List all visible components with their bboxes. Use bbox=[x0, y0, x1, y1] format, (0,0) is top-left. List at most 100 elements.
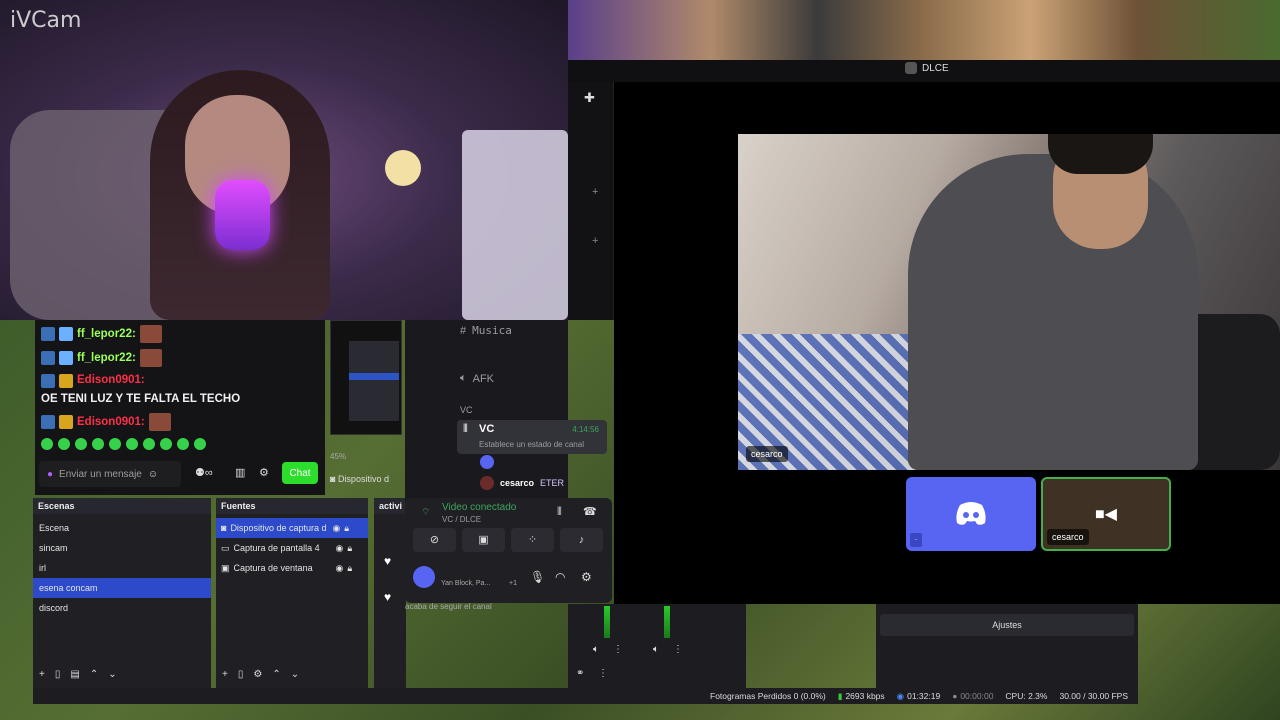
add-icon[interactable]: + bbox=[592, 235, 598, 247]
camera-off-icon[interactable]: ⊘ bbox=[413, 528, 456, 552]
mini-zoom: 45% bbox=[330, 452, 405, 461]
microphone-icon[interactable]: ● bbox=[47, 469, 53, 480]
voice-connected-subtitle[interactable]: VC / DLCE bbox=[442, 515, 481, 524]
arrow-down-icon[interactable]: ⌄ bbox=[291, 669, 299, 680]
vc-status[interactable]: Establece un estado de canal bbox=[479, 440, 584, 449]
scene-item[interactable]: Escena bbox=[33, 518, 211, 538]
add-icon[interactable]: + bbox=[39, 669, 45, 680]
arrow-up-icon[interactable]: ⌃ bbox=[90, 669, 98, 680]
scene-item-active[interactable]: esena concam bbox=[33, 578, 211, 598]
chat-input[interactable]: ● Enviar un mensaje ☺ bbox=[39, 461, 181, 487]
vc-member[interactable]: cesarco ETER bbox=[480, 476, 564, 490]
soundboard-icon[interactable]: ♪ bbox=[560, 528, 603, 552]
speaker-icon[interactable]: 🔈︎ bbox=[653, 644, 659, 655]
sources-title: Fuentes bbox=[216, 498, 368, 514]
store-icon[interactable]: ▥ bbox=[235, 466, 245, 479]
lock-icon[interactable]: 🔒︎ bbox=[347, 563, 352, 574]
link-icon[interactable]: ⚭ bbox=[576, 668, 584, 679]
emote-icon[interactable] bbox=[75, 438, 87, 450]
dropped-frames: Fotogramas Perdidos 0 (0.0%) bbox=[710, 691, 826, 701]
gear-icon[interactable]: ⚙ bbox=[253, 669, 262, 680]
main-video-stream[interactable]: cesarco bbox=[738, 134, 1280, 470]
chat-username[interactable]: Edison0901: bbox=[77, 373, 145, 388]
speaker-icon[interactable]: 🔈︎ bbox=[593, 644, 599, 655]
voice-connected-title[interactable]: Video conectado bbox=[442, 502, 516, 513]
scene-item[interactable]: sincam bbox=[33, 538, 211, 558]
twitch-chat: ff_lepor22: ff_lepor22: Edison0901: OE T… bbox=[35, 320, 325, 495]
eye-icon[interactable]: ◉ bbox=[332, 523, 340, 534]
chat-text: OE TENI LUZ Y TE FALTA EL TECHO bbox=[41, 393, 241, 405]
live-time-value: 01:32:19 bbox=[907, 691, 941, 701]
activities-icon[interactable]: ⁘ bbox=[511, 528, 554, 552]
emote-icon bbox=[139, 349, 162, 367]
emote-picker-icon[interactable]: ☺ bbox=[148, 469, 158, 480]
category-vc[interactable]: VC bbox=[460, 405, 473, 415]
source-item[interactable]: ▭ Captura de pantalla 4 ◉ 🔒︎ bbox=[216, 538, 368, 558]
vc-name: VC bbox=[479, 423, 495, 435]
chat-username[interactable]: ff_lepor22: bbox=[77, 351, 136, 366]
headphones-icon[interactable]: ◠ bbox=[555, 570, 565, 584]
arrow-up-icon[interactable]: ⌃ bbox=[272, 669, 280, 680]
more-icon[interactable]: ⋮ bbox=[673, 644, 683, 655]
badge-icon bbox=[41, 415, 55, 429]
more-icon[interactable]: ⋮ bbox=[613, 644, 623, 655]
activity-follow-text: acaba de seguir el canal bbox=[405, 602, 492, 611]
chat-send-button[interactable]: Chat bbox=[282, 462, 318, 484]
eye-icon[interactable]: ◉ bbox=[336, 563, 344, 574]
channel-afk[interactable]: 🔈︎ AFK bbox=[460, 372, 494, 385]
lock-icon[interactable]: 🔒︎ bbox=[347, 543, 352, 554]
heart-icon: ♥ bbox=[384, 590, 392, 604]
user-avatar[interactable] bbox=[413, 566, 435, 588]
add-icon[interactable]: + bbox=[592, 186, 598, 198]
source-item-active[interactable]: ◙ Dispositivo de captura d ◉ 🔒︎ bbox=[216, 518, 368, 538]
chat-username[interactable]: Edison0901: bbox=[77, 415, 145, 430]
mini-obs-window bbox=[349, 341, 399, 421]
cpu-usage: CPU: 2.3% bbox=[1005, 691, 1048, 701]
member-avatar bbox=[480, 476, 494, 490]
lock-icon[interactable]: 🔒︎ bbox=[344, 523, 349, 534]
scene-item[interactable]: irl bbox=[33, 558, 211, 578]
settings-button[interactable]: Ajustes bbox=[880, 614, 1134, 636]
bits-icon[interactable]: ⚉∞ bbox=[195, 466, 213, 479]
source-item[interactable]: ▣ Captura de ventana ◉ 🔒︎ bbox=[216, 558, 368, 578]
gear-icon[interactable]: ⚙ bbox=[259, 466, 269, 479]
noise-suppression-icon[interactable]: ⦀ bbox=[557, 506, 562, 519]
add-icon[interactable]: + bbox=[222, 669, 228, 680]
voice-channel-vc[interactable]: ⦀ VC 4:14:56 Establece un estado de cana… bbox=[457, 420, 607, 454]
filter-icon[interactable]: ▤ bbox=[70, 669, 79, 680]
add-friend-icon[interactable]: ✚ bbox=[584, 90, 595, 106]
eye-icon[interactable]: ◉ bbox=[336, 543, 344, 554]
gear-icon[interactable]: ⚙ bbox=[581, 570, 592, 584]
chat-username[interactable]: ff_lepor22: bbox=[77, 327, 136, 342]
obs-status-bar: Fotogramas Perdidos 0 (0.0%) ▮ 2693 kbps … bbox=[33, 688, 1138, 704]
more-icon[interactable]: ⋮ bbox=[598, 668, 608, 679]
channel-musica[interactable]: # Musica bbox=[460, 324, 512, 337]
emote-icon[interactable] bbox=[160, 438, 172, 450]
screen-share-icon[interactable]: ▣ bbox=[462, 528, 505, 552]
discord-avatar bbox=[480, 455, 494, 469]
emote-icon bbox=[139, 325, 162, 343]
trash-icon[interactable]: ▯ bbox=[238, 669, 244, 680]
emote-icon[interactable] bbox=[126, 438, 138, 450]
emote-icon[interactable] bbox=[109, 438, 121, 450]
discord-tile[interactable]: . bbox=[906, 477, 1036, 551]
emote-icon[interactable] bbox=[143, 438, 155, 450]
emote-icon[interactable] bbox=[58, 438, 70, 450]
mini-obs-selection bbox=[349, 373, 399, 380]
voice-icon: ⦀ bbox=[463, 423, 468, 435]
emote-icon[interactable] bbox=[177, 438, 189, 450]
trash-icon[interactable]: ▯ bbox=[55, 669, 61, 680]
emote-icon[interactable] bbox=[194, 438, 206, 450]
emote-icon[interactable] bbox=[92, 438, 104, 450]
disconnect-icon[interactable]: ☎ bbox=[583, 505, 597, 518]
arrow-down-icon[interactable]: ⌄ bbox=[108, 669, 116, 680]
mini-obs-preview bbox=[330, 320, 402, 435]
background-top-strip bbox=[568, 0, 1280, 60]
emote-icon[interactable] bbox=[41, 438, 53, 450]
webcam-feed: iVCam bbox=[0, 0, 568, 320]
crown-badge-icon bbox=[59, 415, 73, 429]
live-time: ◉ 01:32:19 bbox=[897, 691, 941, 702]
camera-tile[interactable]: ■◀ cesarco bbox=[1041, 477, 1171, 551]
scene-item[interactable]: discord bbox=[33, 598, 211, 618]
microphone-icon[interactable]: 🎙︎ bbox=[530, 570, 545, 584]
